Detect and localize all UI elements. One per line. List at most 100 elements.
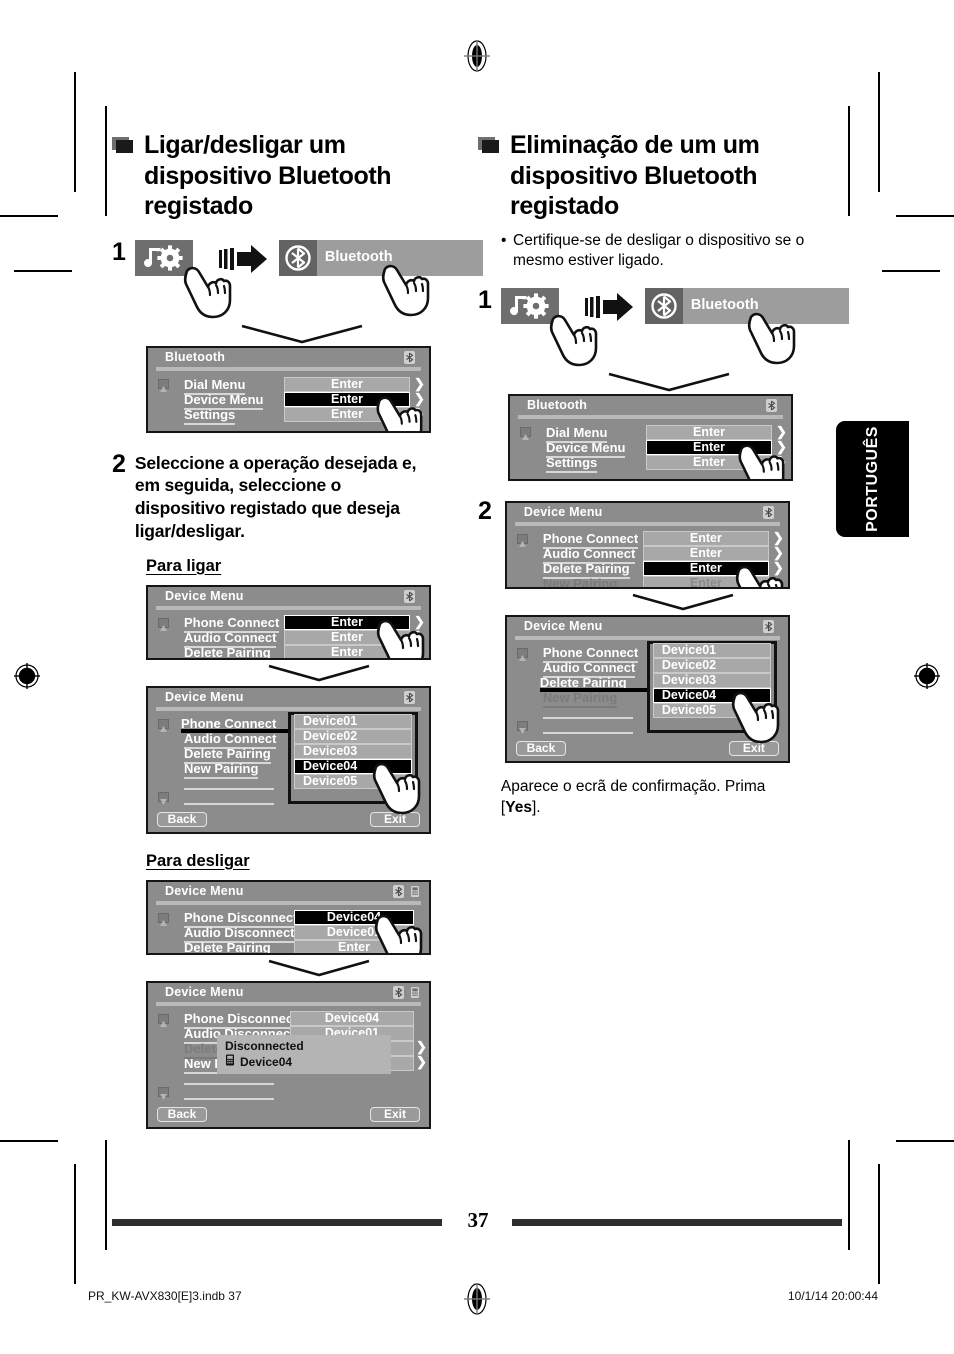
screen-bluetooth-left: Bluetooth Dial Menu Enter ❯ Device Menu … xyxy=(146,345,431,433)
menu-row[interactable]: New Pairing xyxy=(184,954,258,955)
menu-row-value[interactable]: Enter xyxy=(646,424,772,440)
back-button[interactable]: Back xyxy=(515,740,566,756)
menu-row-value[interactable]: Enter xyxy=(284,629,410,645)
row-divider xyxy=(184,787,274,790)
print-file-name: PR_KW-AVX830[E]3.indb 37 xyxy=(88,1289,242,1303)
right-note: • Certifique-se de desligar o dispositiv… xyxy=(500,231,831,272)
scroll-up-indicator[interactable] xyxy=(158,617,169,631)
scroll-down-indicator[interactable] xyxy=(158,1086,169,1100)
device-list-item-selected[interactable]: Device04 xyxy=(652,687,771,703)
menu-row-value[interactable]: Enter xyxy=(642,530,769,546)
menu-row-value-disabled: Enter xyxy=(642,575,769,587)
menu-row[interactable]: New Pairing xyxy=(184,761,259,779)
bluetooth-menu-button[interactable]: Bluetooth xyxy=(278,239,483,276)
crop-mark-bl-v2 xyxy=(105,1140,107,1250)
menu-row[interactable]: New Pairing xyxy=(184,659,258,660)
scroll-up-indicator[interactable] xyxy=(158,378,169,392)
bluetooth-menu-label: Bluetooth xyxy=(690,296,759,313)
menu-row-value[interactable]: Enter xyxy=(284,406,410,422)
back-button[interactable]: Back xyxy=(157,811,207,827)
menu-row-value[interactable]: Enter xyxy=(284,376,410,392)
title-divider xyxy=(156,900,421,905)
screen-title: Bluetooth xyxy=(165,349,226,364)
menu-row[interactable]: Delete Pairing xyxy=(184,940,271,953)
device-list-item[interactable]: Device05 xyxy=(294,773,412,789)
menu-row-value[interactable]: Device01 xyxy=(294,924,414,940)
menu-row-value[interactable]: Enter xyxy=(284,659,410,660)
subheading-connect: Para ligar xyxy=(146,556,222,575)
menu-row-value[interactable]: Enter xyxy=(646,454,772,470)
menu-row-label: Settings xyxy=(184,407,236,425)
title-divider xyxy=(518,414,783,419)
menu-row-value[interactable]: Enter xyxy=(284,644,410,658)
menu-row[interactable]: Settings xyxy=(184,407,236,425)
footer-rule-right xyxy=(512,1219,842,1226)
menu-row-value-selected[interactable]: Enter xyxy=(284,391,410,407)
menu-row-value[interactable]: Enter xyxy=(642,545,769,561)
back-button[interactable]: Back xyxy=(157,1106,207,1122)
confirm-text-bold: Yes xyxy=(505,798,532,816)
menu-row-label: New Pairing xyxy=(184,659,258,660)
chevron-right-icon: ❯ xyxy=(414,628,425,644)
scroll-up-indicator[interactable] xyxy=(516,647,528,661)
exit-button[interactable]: Exit xyxy=(370,811,420,827)
device-list-item[interactable]: Device05 xyxy=(652,702,771,718)
bluetooth-menu-button[interactable]: Bluetooth xyxy=(644,287,849,324)
device-list-item[interactable]: Device01 xyxy=(294,713,412,729)
menu-row-label: Delete Pairing xyxy=(184,940,271,953)
exit-button[interactable]: Exit xyxy=(370,1106,420,1122)
chevron-right-icon: ❯ xyxy=(776,423,787,439)
menu-row-label: New Pairing xyxy=(543,576,617,587)
scroll-up-indicator[interactable] xyxy=(158,912,169,926)
right-heading-row: Eliminação de um um dispositivo Bluetoot… xyxy=(478,130,830,222)
music-settings-icon[interactable] xyxy=(500,287,559,324)
screen-title: Device Menu xyxy=(523,618,603,633)
right-step1-number: 1 xyxy=(478,285,492,314)
row-divider xyxy=(184,1082,274,1085)
crop-mark-tl-v2 xyxy=(105,106,107,216)
menu-row-value[interactable]: Enter xyxy=(294,954,414,955)
registration-mark-left xyxy=(14,663,40,689)
screen-title: Device Menu xyxy=(165,689,244,704)
device-list-item[interactable]: Device02 xyxy=(652,657,771,673)
exit-button[interactable]: Exit xyxy=(728,740,779,756)
chevron-right-icon: ❯ xyxy=(414,643,425,659)
crop-mark-tl-h xyxy=(0,215,58,217)
left-heading-row: Ligar/desligar um dispositivo Bluetooth … xyxy=(112,130,462,222)
title-divider xyxy=(156,1001,421,1006)
screen-title-bar: Device Menu xyxy=(148,688,429,711)
menu-row-value-selected[interactable]: Device04 xyxy=(294,909,414,925)
scroll-up-indicator[interactable] xyxy=(516,533,528,547)
menu-row-value[interactable]: Enter xyxy=(294,939,414,953)
confirm-text-pre: Aparece o ecrã de confirmação. Prima [ xyxy=(500,777,766,816)
right-note-text: Certifique-se de desligar o dispositivo … xyxy=(513,231,805,270)
menu-row[interactable]: Delete Pairing xyxy=(184,645,271,658)
menu-row-value-selected[interactable]: Enter xyxy=(642,560,769,576)
device-list-item[interactable]: Device03 xyxy=(652,672,771,688)
crop-mark-tl-h2 xyxy=(14,270,72,272)
menu-row[interactable]: Settings xyxy=(546,455,598,473)
menu-row[interactable]: New Pairing xyxy=(542,690,618,708)
scroll-down-indicator[interactable] xyxy=(158,791,169,805)
crop-mark-tl-v xyxy=(74,72,76,192)
motion-arrow-icon xyxy=(218,244,271,274)
music-settings-icon[interactable] xyxy=(134,239,193,276)
menu-row-value[interactable]: Device04 xyxy=(290,1010,414,1026)
screen-title-bar: Device Menu xyxy=(148,587,429,610)
device-list-item[interactable]: Device02 xyxy=(294,728,412,744)
device-list-item[interactable]: Device01 xyxy=(652,642,771,658)
scroll-down-indicator[interactable] xyxy=(516,720,528,734)
screen-device-menu-connect-2: Device Menu Phone Connect Audio Connect … xyxy=(146,685,431,834)
device-list-item[interactable]: Device03 xyxy=(294,743,412,759)
right-step2-body: Device Menu Phone Connect Enter ❯ Audio … xyxy=(501,499,801,819)
menu-row-value-selected[interactable]: Enter xyxy=(646,439,772,455)
menu-row-value-selected[interactable]: Enter xyxy=(284,614,410,630)
menu-row[interactable]: New Pairing xyxy=(543,576,617,587)
scroll-up-indicator[interactable] xyxy=(520,426,531,440)
bullet-dot: • xyxy=(501,231,507,249)
scroll-up-indicator[interactable] xyxy=(158,1013,169,1027)
crop-mark-bl-h xyxy=(0,1140,58,1142)
device-list-item-selected[interactable]: Device04 xyxy=(294,758,412,774)
left-step1-icons: Bluetooth xyxy=(134,239,483,318)
scroll-up-indicator[interactable] xyxy=(158,718,169,732)
